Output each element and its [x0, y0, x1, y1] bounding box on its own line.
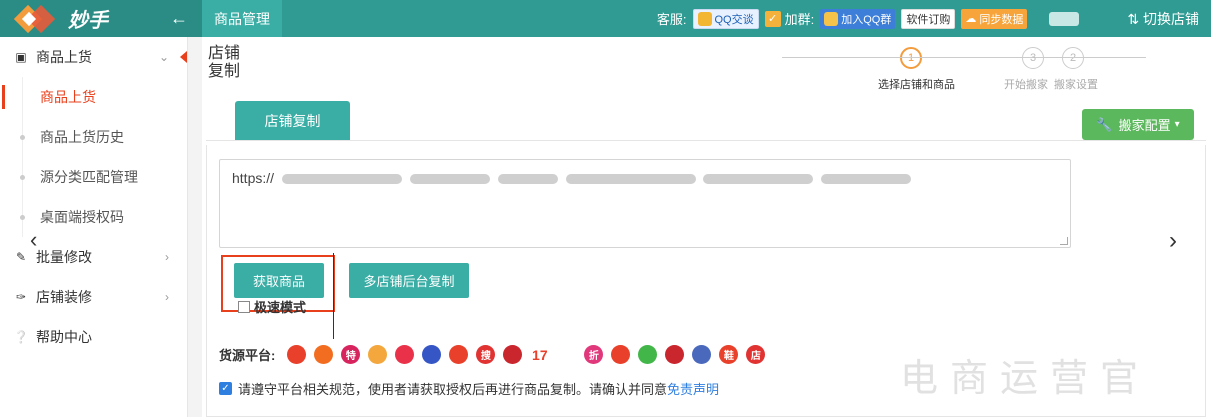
platform-icon[interactable]	[611, 345, 631, 364]
platform-icon[interactable]: 折	[584, 345, 604, 364]
sidebar-subitem-category-match[interactable]: 源分类匹配管理	[0, 157, 187, 197]
tab-shop-copy[interactable]: 店铺复制	[235, 101, 350, 141]
sidebar-item-label: 批量修改	[36, 249, 92, 265]
platform-label: 货源平台:	[219, 348, 276, 363]
page-module-title[interactable]: 商品管理	[202, 0, 282, 37]
platform-icon[interactable]: 17	[530, 345, 550, 364]
cloud-icon: ☁	[965, 13, 977, 25]
upload-icon: ▣	[15, 50, 27, 64]
url-textarea[interactable]: https://	[219, 159, 1071, 248]
group-icon	[824, 11, 839, 26]
sidebar-subitem-label: 商品上货	[40, 89, 96, 105]
active-marker	[180, 51, 187, 63]
platform-icon[interactable]: 店	[746, 345, 766, 364]
platform-icon[interactable]	[665, 345, 685, 364]
url-value: https://	[232, 170, 275, 186]
qq-chat-label: QQ交谈	[714, 13, 754, 26]
agreement-text: 请遵守平台相关规范，使用者请获取授权后再进行商品复制。请确认并同意	[238, 382, 668, 397]
step-2-circle: 2	[1062, 47, 1084, 69]
fast-mode-checkbox[interactable]: 极速模式	[238, 297, 306, 316]
sidebar-subitem-desktop-auth[interactable]: 桌面端授权码	[0, 197, 187, 237]
brush-icon: ✑	[15, 290, 27, 304]
sidebar-subitem-label: 源分类匹配管理	[40, 169, 138, 185]
edit-icon: ✎	[15, 250, 27, 264]
chevron-left-icon[interactable]: ‹	[30, 227, 37, 253]
text-cursor	[333, 253, 334, 339]
platform-icon[interactable]	[422, 345, 442, 364]
top-bar: 妙手 ← 商品管理 客服: QQ交谈 ✓ 加群: 加入QQ群 软件订购 ☁ 同步…	[0, 0, 1211, 37]
chevron-right-icon[interactable]: ›	[1169, 227, 1177, 255]
software-order-button[interactable]: 软件订购	[901, 8, 956, 29]
platform-icon[interactable]	[395, 345, 415, 364]
watermark: 电商运营官	[900, 356, 1151, 400]
platform-icon[interactable]	[557, 345, 577, 364]
step-2-label: 搬家设置	[1054, 79, 1098, 91]
sidebar: ▣ 商品上货 ⌄ 商品上货 商品上货历史 源分类匹配管理 桌面端授权码 ✎ 批量…	[0, 37, 188, 417]
step-1-circle: 1	[900, 47, 922, 69]
sidebar-subitem-label: 桌面端授权码	[40, 209, 124, 225]
switch-shop-label: 切换店铺	[1143, 10, 1199, 27]
source-platforms: 货源平台: 特 搜 17 折 鞋 店	[219, 345, 773, 364]
sidebar-subitem-upload[interactable]: 商品上货	[0, 77, 187, 117]
join-qq-group-button[interactable]: 加入QQ群	[820, 8, 896, 29]
page-title: 店铺复制	[208, 45, 241, 80]
qq-icon	[697, 11, 712, 26]
step-3-label: 开始搬家	[1004, 79, 1048, 91]
brand: 妙手 ←	[0, 0, 202, 37]
fast-mode-label: 极速模式	[254, 300, 307, 315]
arrow-left-icon[interactable]: ←	[170, 8, 188, 29]
platform-icon[interactable]	[368, 345, 388, 364]
wrench-icon: 🔧	[1096, 116, 1113, 132]
resize-handle[interactable]	[1060, 237, 1068, 245]
platform-icon[interactable]	[692, 345, 712, 364]
sidebar-item-batch-edit[interactable]: ✎ 批量修改 ›	[0, 237, 187, 277]
sidebar-item-upload[interactable]: ▣ 商品上货 ⌄	[0, 37, 187, 77]
platform-icon[interactable]	[287, 345, 307, 364]
platform-icon[interactable]: 鞋	[719, 345, 739, 364]
service-label: 客服:	[656, 12, 687, 27]
top-right-tools: 客服: QQ交谈 ✓ 加群: 加入QQ群 软件订购 ☁ 同步数据 ⇅ 切换店铺	[657, 0, 1211, 37]
join-qq-group-label: 加入QQ群	[841, 13, 892, 26]
move-config-button[interactable]: 🔧 搬家配置 ▾	[1082, 109, 1194, 140]
sidebar-item-help[interactable]: ❔ 帮助中心	[0, 317, 187, 357]
platform-icon[interactable]: 特	[341, 345, 361, 364]
chevron-down-icon: ⌄	[158, 50, 169, 64]
brand-name: 妙手	[68, 10, 108, 32]
step-3-circle: 3	[1022, 47, 1044, 69]
sidebar-item-label: 帮助中心	[36, 329, 92, 345]
switch-shop-button[interactable]: ⇅ 切换店铺	[1127, 9, 1199, 29]
caret-down-icon: ▾	[1174, 119, 1180, 130]
platform-icon[interactable]: 搜	[476, 345, 496, 364]
platform-icon[interactable]	[449, 345, 469, 364]
multi-shop-copy-button[interactable]: 多店铺后台复制	[349, 263, 469, 298]
sync-data-label: 同步数据	[979, 13, 1024, 26]
checkbox-icon	[238, 300, 250, 313]
sync-data-button[interactable]: ☁ 同步数据	[961, 8, 1028, 29]
qq-chat-button[interactable]: QQ交谈	[692, 8, 759, 29]
sidebar-item-shop-decor[interactable]: ✑ 店铺装修 ›	[0, 277, 187, 317]
chevron-right-icon: ›	[165, 290, 169, 304]
agreement-row: ✓ 请遵守平台相关规范，使用者请获取授权后再进行商品复制。请确认并同意 免责声明	[219, 379, 719, 398]
sidebar-subitem-label: 商品上货历史	[40, 129, 124, 145]
sidebar-item-label: 店铺装修	[36, 289, 92, 305]
agreement-checkbox[interactable]: ✓	[219, 382, 232, 395]
logo-icon	[13, 4, 64, 33]
sort-icon: ⇅	[1127, 10, 1140, 27]
move-config-label: 搬家配置	[1118, 118, 1171, 133]
join-group-label: 加群:	[784, 12, 815, 27]
step-1-label: 选择店铺和商品	[878, 79, 955, 91]
sidebar-subitem-upload-history[interactable]: 商品上货历史	[0, 117, 187, 157]
account-avatar[interactable]	[1049, 11, 1080, 26]
disclaimer-link[interactable]: 免责声明	[667, 379, 719, 398]
check-icon: ✓	[764, 10, 781, 27]
platform-icon[interactable]	[314, 345, 334, 364]
help-icon: ❔	[13, 330, 29, 344]
platform-icon[interactable]	[503, 345, 523, 364]
platform-icon[interactable]	[638, 345, 658, 364]
chevron-right-icon: ›	[165, 250, 169, 264]
sidebar-item-label: 商品上货	[36, 49, 92, 65]
